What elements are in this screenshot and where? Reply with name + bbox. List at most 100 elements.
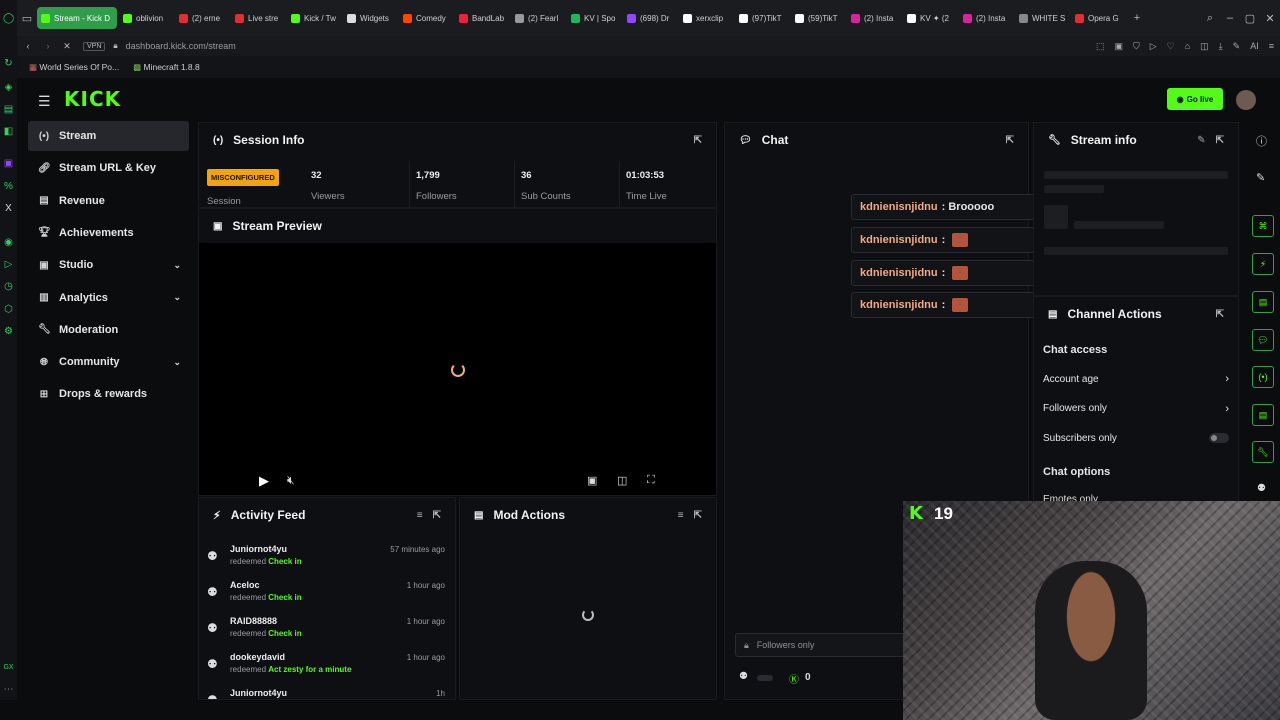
popout-icon[interactable]: ⇱ (1216, 309, 1224, 320)
history-icon[interactable]: ◷ (3, 281, 14, 292)
popout-icon[interactable]: ⇱ (1006, 135, 1014, 146)
url-field[interactable]: dashboard.kick.com/stream (126, 41, 236, 51)
tab[interactable]: KV | Spo (567, 7, 621, 29)
kick-logo[interactable]: KICK (64, 87, 121, 111)
pen-icon[interactable]: ✎ (1233, 41, 1241, 52)
bookmark-item[interactable]: ▦ World Series Of Po... (29, 62, 119, 73)
tab[interactable]: xerxclip (679, 7, 733, 29)
heart-icon[interactable]: ♡ (1167, 41, 1175, 52)
popout-icon[interactable]: ⇱ (694, 510, 702, 521)
tab[interactable]: Widgets (343, 7, 397, 29)
forward-icon[interactable]: › (39, 41, 57, 51)
chat-input[interactable]: 🔒︎ Followers only (735, 633, 905, 657)
edit-icon[interactable]: ✎ (1256, 171, 1265, 184)
tab[interactable]: (97)TikT (735, 7, 789, 29)
snapshot-icon[interactable]: ▣ (1114, 41, 1123, 52)
tab[interactable]: (2) Insta (959, 7, 1013, 29)
list-item[interactable]: ⚉ dookeydavid redeemed Act zesty for a min… (207, 652, 447, 684)
tab[interactable]: BandLab (455, 7, 509, 29)
chevron-down-icon[interactable]: ⌄ (173, 260, 181, 271)
sidebar-item-community[interactable]: 🌐︎ Community ⌄ (28, 347, 189, 377)
play-icon[interactable]: ▷ (1150, 41, 1157, 52)
settings-icon[interactable]: ⚙ (3, 326, 14, 337)
hamburger-menu-icon[interactable]: ☰ (38, 93, 51, 110)
theater-icon[interactable]: ◫ (617, 474, 627, 487)
tab[interactable]: KV ✦ (2 (903, 7, 957, 29)
emote-icon[interactable]: ⚉ (1257, 483, 1266, 494)
tab[interactable]: Kick / Tw (287, 7, 341, 29)
tab-menu-icon[interactable]: ▭ (17, 12, 37, 25)
sidebar-item-achievements[interactable]: 🏆︎ Achievements (28, 218, 189, 248)
sidebar-item-moderation[interactable]: 🔧︎ Moderation (28, 315, 189, 345)
percent-icon[interactable]: % (3, 181, 14, 192)
tab[interactable]: (2) Fearl (511, 7, 565, 29)
chat-username[interactable]: kdnienisnjidnu (860, 267, 938, 279)
list-item[interactable]: ⚉ Aceloc redeemed Check in 1 hour ago (207, 580, 447, 612)
tab[interactable]: (2) erne (175, 7, 229, 29)
rail-button[interactable]: ⚡︎ (1252, 253, 1274, 275)
more-icon[interactable]: ⋯ (3, 684, 14, 695)
info-icon[interactable]: ⓘ (1256, 133, 1267, 149)
chevron-down-icon[interactable]: ⌄ (173, 292, 181, 303)
emote-icon[interactable]: ⚉ (739, 671, 748, 682)
tab[interactable]: Stream - Kick D (37, 7, 117, 29)
chevron-down-icon[interactable]: ⌄ (173, 357, 181, 368)
chat-username[interactable]: kdnienisnjidnu (860, 299, 938, 311)
tab[interactable]: oblivion (119, 7, 173, 29)
popout-icon[interactable]: ⇱ (694, 135, 702, 146)
chat-username[interactable]: kdnienisnjidnu (860, 201, 938, 213)
list-item[interactable]: ⚉ Juniornot4yu redeemed Check in 57 minutes… (207, 544, 447, 576)
sidebar-item-analytics[interactable]: ▥ Analytics ⌄ (28, 283, 189, 313)
maximize-icon[interactable]: ▢ (1240, 12, 1260, 25)
tab[interactable]: (59)TikT (791, 7, 845, 29)
shield-icon[interactable]: ⛉ (1133, 41, 1140, 52)
sidebar-item-drops-rewards[interactable]: ⊞ Drops & rewards (28, 379, 189, 409)
ai-icon[interactable]: AI (1250, 41, 1259, 52)
close-window-icon[interactable]: ✕ (1260, 12, 1280, 25)
gx-icon[interactable]: GX (3, 662, 14, 673)
menu-icon[interactable]: ≡ (1269, 41, 1274, 52)
sidebar-item-studio[interactable]: ▣ Studio ⌄ (28, 250, 189, 280)
fullscreen-icon[interactable]: ⛶ (647, 474, 655, 487)
tab[interactable]: (698) Dr (623, 7, 677, 29)
tab[interactable]: Comedy (399, 7, 453, 29)
messenger-icon[interactable]: ▤ (3, 104, 14, 115)
whatsapp-icon[interactable]: ◧ (3, 126, 14, 137)
tab[interactable]: WHITE S (1015, 7, 1069, 29)
mute-icon[interactable]: 🔇︎ (287, 473, 295, 488)
tab[interactable]: Opera G (1071, 7, 1125, 29)
play-button[interactable]: ▶ (259, 473, 269, 489)
chat-username[interactable]: kdnienisnjidnu (860, 234, 938, 246)
popout-icon[interactable]: ⇱ (1216, 135, 1224, 146)
wrench-rail-button[interactable]: 🔧︎ (1252, 441, 1274, 463)
avatar[interactable] (1236, 90, 1256, 110)
broadcast-rail-button[interactable]: (•) (1252, 366, 1274, 388)
list-item[interactable]: ⚉ RAID88888 redeemed Check in 1 hour ago (207, 616, 447, 648)
popout-icon[interactable]: ⇱ (433, 510, 441, 521)
channel-action-row[interactable]: Subscribers only (1043, 431, 1229, 445)
opera-logo-icon[interactable]: ◯ (3, 13, 14, 24)
aria-icon[interactable]: ◈ (3, 82, 14, 93)
rail-button[interactable]: ▤ (1252, 291, 1274, 313)
new-tab-icon[interactable]: + (1127, 12, 1147, 24)
twitch-icon[interactable]: ▣ (3, 158, 14, 169)
chat-rail-button[interactable]: 💬︎ (1252, 329, 1274, 351)
spotify-icon[interactable]: ◉ (3, 237, 14, 248)
vpn-badge[interactable]: VPN (83, 41, 106, 51)
go-live-button[interactable]: ◉ Go live (1167, 88, 1223, 110)
camera-icon[interactable]: ⬚ (1096, 41, 1105, 52)
x-icon[interactable]: X (3, 203, 14, 214)
bookmark-item[interactable]: ▩ Minecraft 1.8.8 (133, 62, 200, 73)
search-tabs-icon[interactable]: ⌕ (1200, 12, 1220, 25)
pip-icon[interactable]: ▣ (587, 474, 597, 487)
sidebar-item-stream[interactable]: (•) Stream (28, 121, 189, 151)
refresh-icon[interactable]: ↻ (3, 58, 14, 69)
channel-action-row[interactable]: Followers only › (1043, 402, 1229, 416)
chevron-right-icon[interactable]: › (1225, 403, 1229, 415)
sidebar-item-revenue[interactable]: ▤ Revenue (28, 186, 189, 216)
tab[interactable]: Live stre (231, 7, 285, 29)
stop-loading-icon[interactable]: ✕ (57, 41, 77, 52)
bag-icon[interactable]: ◫ (1200, 41, 1209, 52)
rail-button[interactable]: ⌘ (1252, 215, 1274, 237)
player-icon[interactable]: ▷ (3, 259, 14, 270)
